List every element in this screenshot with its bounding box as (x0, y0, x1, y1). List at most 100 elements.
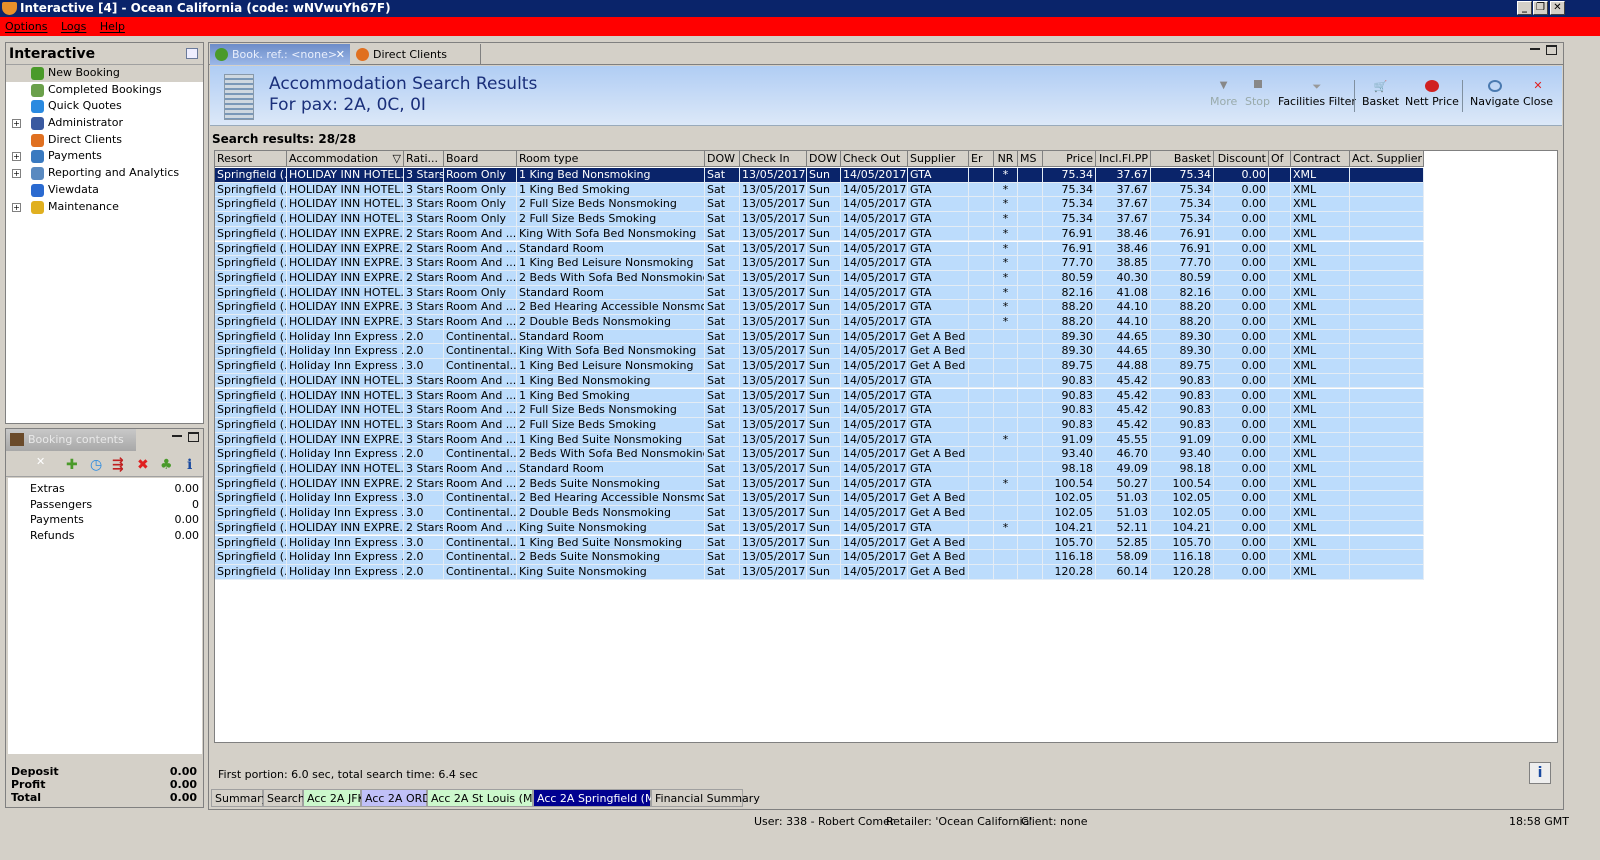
more-button[interactable]: ▼ More (1210, 80, 1237, 108)
column-header[interactable]: Room type (517, 151, 705, 167)
table-cell: GTA (908, 373, 969, 389)
maximize-panel-icon[interactable] (188, 432, 199, 442)
bottom-tab-search[interactable]: Search (263, 789, 305, 807)
column-header[interactable]: Incl.Fl.PP (1096, 151, 1151, 167)
menu-options[interactable]: Options (5, 20, 47, 33)
column-header[interactable]: Discount (1214, 151, 1269, 167)
tab-direct-clients-search[interactable]: Direct Clients Search (351, 44, 481, 82)
table-cell: Continental... (444, 491, 517, 507)
column-header[interactable]: Contract (1291, 151, 1350, 167)
table-cell: 102.05 (1043, 491, 1096, 507)
table-cell: XML (1291, 462, 1350, 477)
table-cell: 104.21 (1151, 520, 1214, 536)
table-cell: 120.28 (1043, 564, 1096, 580)
delete-icon[interactable]: ✖ (137, 457, 149, 473)
table-cell: HOLIDAY INN HOTEL... (287, 197, 404, 213)
sidebar-item-completed-bookings[interactable]: Completed Bookings (6, 82, 203, 99)
column-header[interactable]: Check In (740, 151, 807, 167)
table-cell: 3 Stars (404, 256, 444, 271)
column-header[interactable]: Resort (215, 151, 287, 167)
table-cell (1269, 359, 1291, 374)
add-icon[interactable]: ✚ (66, 457, 78, 473)
nett-price-button[interactable]: Nett Price (1405, 80, 1459, 108)
facilities-filter-button[interactable]: ⏷ Facilities Filter (1278, 80, 1356, 108)
table-cell (1269, 270, 1291, 286)
table-cell (994, 491, 1018, 507)
menu-logs[interactable]: Logs (61, 20, 86, 33)
table-cell: 1 King Bed Suite Nonsmoking (517, 432, 705, 448)
column-header[interactable]: Basket (1151, 151, 1214, 167)
maximize-button[interactable]: ❐ (1533, 1, 1548, 15)
expand-icon[interactable]: + (12, 119, 21, 129)
table-cell (1269, 212, 1291, 227)
sidebar-item-payments[interactable]: + Payments (6, 148, 203, 165)
sidebar-item-quick-quotes[interactable]: Quick Quotes (6, 98, 203, 115)
column-header[interactable]: Er (969, 151, 994, 167)
sidebar-item-icon (31, 183, 44, 197)
bottom-tab-financial-summary[interactable]: Financial Summary (651, 789, 760, 807)
column-header[interactable]: Board (444, 151, 517, 167)
table-cell: 2 Double Beds Nonsmoking (517, 315, 705, 330)
column-header[interactable]: Price (1043, 151, 1096, 167)
sidebar-item-administrator[interactable]: + Administrator (6, 115, 203, 132)
table-cell: 3 Stars (404, 417, 444, 433)
expand-icon[interactable]: + (12, 169, 21, 179)
bottom-tab-acc-2a-ord[interactable]: Acc 2A ORD (361, 789, 431, 807)
table-cell: 82.16 (1043, 285, 1096, 301)
table-cell: 77.70 (1151, 256, 1214, 271)
table-cell: HOLIDAY INN HOTEL... (287, 182, 404, 198)
table-cell: Springfield (... (215, 270, 287, 286)
bottom-tab-acc-2a-st-louis-mo-[interactable]: Acc 2A St Louis (MO) (427, 789, 545, 807)
basket-button[interactable]: 🛒 Basket (1362, 80, 1399, 108)
close-tab-icon[interactable]: ✕ (336, 44, 345, 65)
column-header[interactable]: DOW (807, 151, 841, 167)
sidebar-item-maintenance[interactable]: + Maintenance (6, 199, 203, 216)
table-cell: 88.20 (1151, 315, 1214, 330)
sidebar-item-viewdata[interactable]: Viewdata (6, 182, 203, 199)
booking-contents-tab[interactable]: Booking contents ✕ (6, 429, 136, 468)
stop-button[interactable]: Stop (1245, 80, 1270, 108)
column-header[interactable]: Check Out (841, 151, 908, 167)
minimize-panel-icon[interactable] (172, 435, 182, 437)
column-header[interactable]: Rati... (404, 151, 444, 167)
filter-icon[interactable]: ▽ (393, 151, 401, 166)
column-header[interactable]: Supplier (908, 151, 969, 167)
maximize-panel-icon[interactable] (1546, 45, 1557, 55)
menu-help[interactable]: Help (100, 20, 125, 33)
table-cell (969, 520, 994, 536)
bottom-tab-acc-2a-springfield-mo-[interactable]: Acc 2A Springfield (MO) (533, 789, 667, 807)
bottom-tab-acc-2a-jfk[interactable]: Acc 2A JFK (303, 789, 365, 807)
close-window-button[interactable]: ✕ (1550, 1, 1565, 15)
sidebar-item-reporting-and-analytics[interactable]: + Reporting and Analytics (6, 165, 203, 182)
collapse-icon[interactable] (186, 48, 198, 59)
table-cell (1018, 491, 1043, 507)
expand-icon[interactable]: + (12, 152, 21, 162)
close-button[interactable]: ✕ Close (1523, 80, 1553, 109)
column-header[interactable]: DOW (705, 151, 740, 167)
table-cell (1018, 329, 1043, 345)
clock-icon[interactable]: ◷ (90, 457, 102, 473)
info-button[interactable]: i (1529, 762, 1551, 784)
bottom-tab-summary[interactable]: Summary (211, 789, 268, 807)
tab-booking[interactable]: Book. ref.: <none> ✕ (210, 44, 350, 65)
info-icon[interactable]: i (187, 457, 192, 473)
table-cell (1018, 285, 1043, 301)
navigate-button[interactable]: Navigate (1470, 80, 1519, 108)
column-header[interactable]: Accommodation ▽ (287, 151, 404, 167)
sidebar-item-direct-clients[interactable]: Direct Clients (6, 132, 203, 149)
column-header[interactable]: Of (1269, 151, 1291, 167)
basket-forward-icon[interactable]: ⇶ (112, 457, 124, 473)
expand-icon[interactable]: + (12, 202, 21, 212)
column-header[interactable]: Act. Supplier (1350, 151, 1424, 167)
table-cell (969, 403, 994, 418)
table-cell (1018, 403, 1043, 418)
table-cell: 90.83 (1151, 373, 1214, 389)
minimize-panel-icon[interactable] (1530, 48, 1540, 50)
palm-tree-icon[interactable]: ♣ (160, 457, 173, 473)
column-header[interactable]: MS (1018, 151, 1043, 167)
table-cell: 116.18 (1151, 550, 1214, 565)
minimize-button[interactable]: _ (1517, 1, 1532, 15)
sidebar-item-new-booking[interactable]: New Booking (6, 65, 203, 82)
column-header[interactable]: NR (994, 151, 1018, 167)
table-cell: 75.34 (1043, 168, 1096, 183)
